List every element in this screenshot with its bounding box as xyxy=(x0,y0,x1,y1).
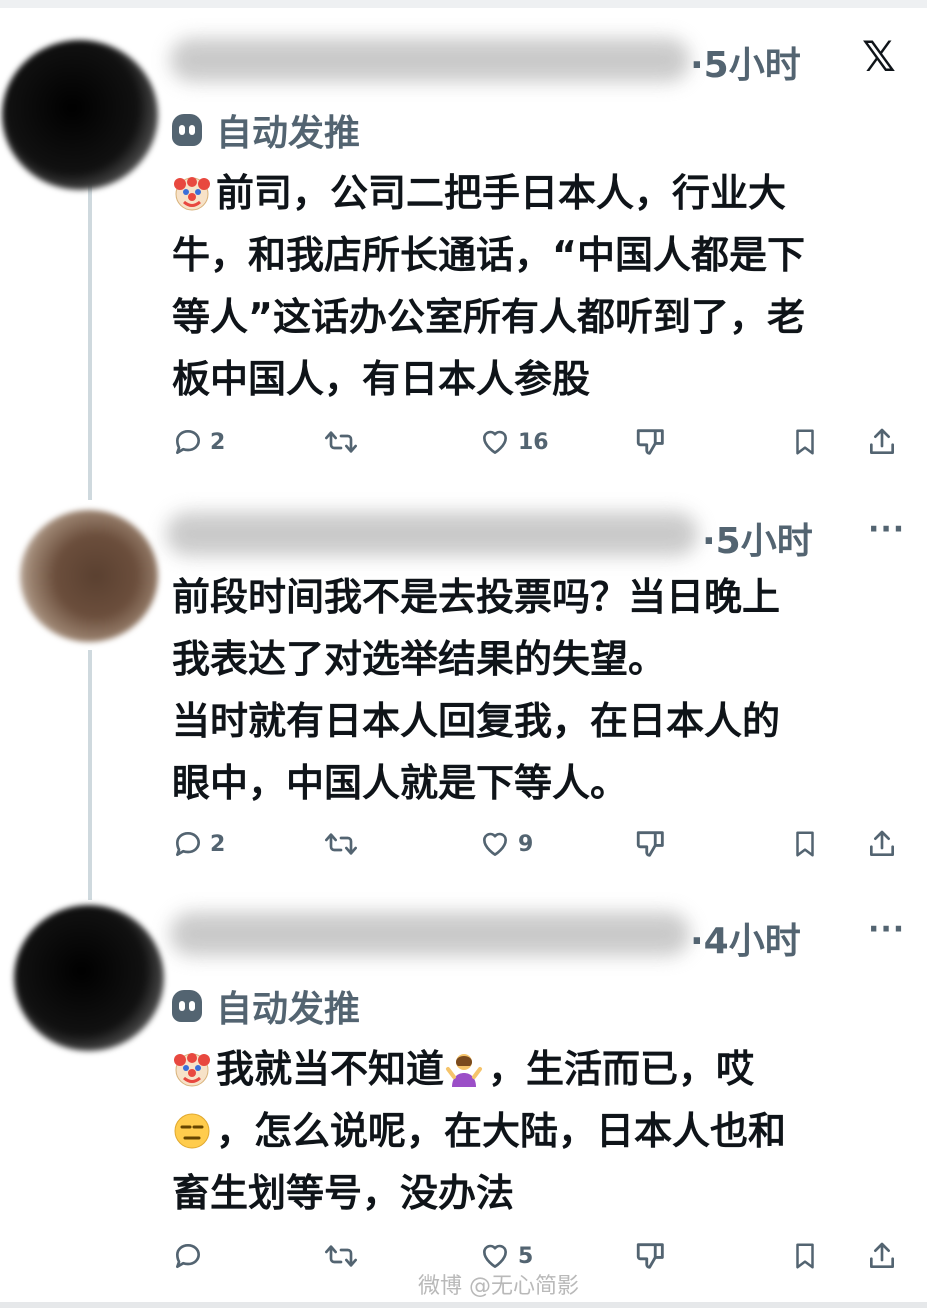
post-text: 前段时间我不是去投票吗？当日晚上 我表达了对选举结果的失望。 当时就有日本人回复… xyxy=(172,566,902,814)
post-text-line: 当时就有日本人回复我，在日本人的 xyxy=(172,699,781,743)
repost-button[interactable] xyxy=(322,824,360,864)
bookmark-icon xyxy=(796,429,814,455)
action-bar: 2 16 xyxy=(172,422,902,462)
like-button[interactable]: 16 xyxy=(478,422,549,462)
like-button[interactable]: 9 xyxy=(478,824,533,864)
expressionless-face-emoji-icon xyxy=(174,1113,210,1149)
robot-icon xyxy=(172,114,202,146)
post-text-line: 我就当不知道 ，生活而已，哎 xyxy=(172,1038,902,1100)
automated-label-text: 自动发推 xyxy=(216,113,361,154)
post-text-line: 板中国人，有日本人参股 xyxy=(172,357,591,401)
thread-connector xyxy=(88,650,92,900)
post-text: 前司，公司二把手日本人，行业大 牛，和我店所长通话，“中国人都是下 等人”这话办… xyxy=(172,162,902,410)
share-button[interactable] xyxy=(866,824,898,864)
reply-icon xyxy=(176,832,200,856)
heart-icon xyxy=(483,832,507,856)
avatar[interactable] xyxy=(2,40,158,190)
repost-icon xyxy=(325,1245,357,1267)
clown-face-emoji-icon xyxy=(174,1053,210,1087)
more-icon[interactable]: ··· xyxy=(868,912,905,947)
automated-label-text: 自动发推 xyxy=(216,989,361,1030)
repost-button[interactable] xyxy=(322,422,360,462)
like-count: 5 xyxy=(518,1243,534,1269)
downvote-button[interactable] xyxy=(634,1236,668,1276)
like-count: 16 xyxy=(518,429,549,455)
timestamp[interactable]: ·5小时 xyxy=(702,512,813,564)
post-text-line-content: ，生活而已，哎 xyxy=(488,1047,755,1091)
person-shrugging-emoji-icon xyxy=(446,1054,483,1087)
thumbs-down-icon xyxy=(636,831,664,857)
username-redacted[interactable] xyxy=(170,38,690,82)
avatar[interactable] xyxy=(14,905,164,1051)
downvote-button[interactable] xyxy=(634,824,668,864)
username-redacted[interactable] xyxy=(170,912,690,956)
timestamp[interactable]: ·4小时 xyxy=(690,912,801,964)
thumbs-down-icon xyxy=(636,429,664,455)
reply-icon xyxy=(176,1244,200,1268)
like-count: 9 xyxy=(518,831,534,857)
share-icon xyxy=(870,428,894,454)
post-text-line: 畜生划等号，没办法 xyxy=(172,1171,515,1215)
heart-icon xyxy=(483,430,507,454)
timestamp[interactable]: ·5小时 xyxy=(690,36,801,88)
clown-face-emoji-icon xyxy=(174,177,210,211)
automated-label: 自动发推 xyxy=(172,104,360,156)
post-text-line-content: 我就当不知道 xyxy=(216,1047,445,1091)
bookmark-button[interactable] xyxy=(790,1236,820,1276)
post-text-line: 前段时间我不是去投票吗？当日晚上 xyxy=(172,575,781,619)
share-button[interactable] xyxy=(866,422,898,462)
downvote-button[interactable] xyxy=(634,422,668,462)
bookmark-button[interactable] xyxy=(790,824,820,864)
post-text-line: 前司，公司二把手日本人，行业大 xyxy=(172,162,902,224)
x-logo-icon[interactable]: 𝕏 xyxy=(862,32,896,81)
reply-button[interactable]: 2 xyxy=(172,824,225,864)
reply-button[interactable] xyxy=(172,1236,204,1276)
bookmark-icon xyxy=(796,831,814,857)
repost-icon xyxy=(325,431,357,453)
avatar[interactable] xyxy=(20,510,158,642)
share-button[interactable] xyxy=(866,1236,898,1276)
reply-button[interactable]: 2 xyxy=(172,422,225,462)
share-icon xyxy=(870,830,894,856)
bookmark-button[interactable] xyxy=(790,422,820,462)
more-icon[interactable]: ··· xyxy=(868,512,905,547)
reply-count: 2 xyxy=(210,429,226,455)
repost-button[interactable] xyxy=(322,1236,360,1276)
post-text: 我就当不知道 ，生活而已，哎 ，怎么说呢，在大陆，日本人也和 畜生划等号，没办法 xyxy=(172,1038,902,1224)
top-border xyxy=(0,0,927,8)
watermark: 微博 @无心简影 xyxy=(418,1274,579,1299)
thread-connector xyxy=(88,180,92,500)
reply-icon xyxy=(176,430,200,454)
post-text-line-content: 前司，公司二把手日本人，行业大 xyxy=(216,171,787,215)
thumbs-down-icon xyxy=(636,1243,664,1269)
repost-icon xyxy=(325,833,357,855)
post-text-line-content: ，怎么说呢，在大陆，日本人也和 xyxy=(216,1109,787,1153)
bottom-border xyxy=(0,1302,927,1308)
action-bar: 2 9 xyxy=(172,824,902,864)
post-text-line: 等人”这话办公室所有人都听到了，老 xyxy=(172,295,805,339)
post-text-line: 眼中，中国人就是下等人。 xyxy=(172,761,629,805)
post-text-line: ，怎么说呢，在大陆，日本人也和 xyxy=(172,1100,902,1162)
share-icon xyxy=(870,1242,894,1268)
reply-count: 2 xyxy=(210,831,226,857)
username-redacted[interactable] xyxy=(166,512,698,556)
automated-label: 自动发推 xyxy=(172,980,360,1032)
robot-icon xyxy=(172,990,202,1022)
bookmark-icon xyxy=(796,1243,814,1269)
post-text-line: 牛，和我店所长通话，“中国人都是下 xyxy=(172,233,805,277)
post-text-line: 我表达了对选举结果的失望。 xyxy=(172,637,667,681)
